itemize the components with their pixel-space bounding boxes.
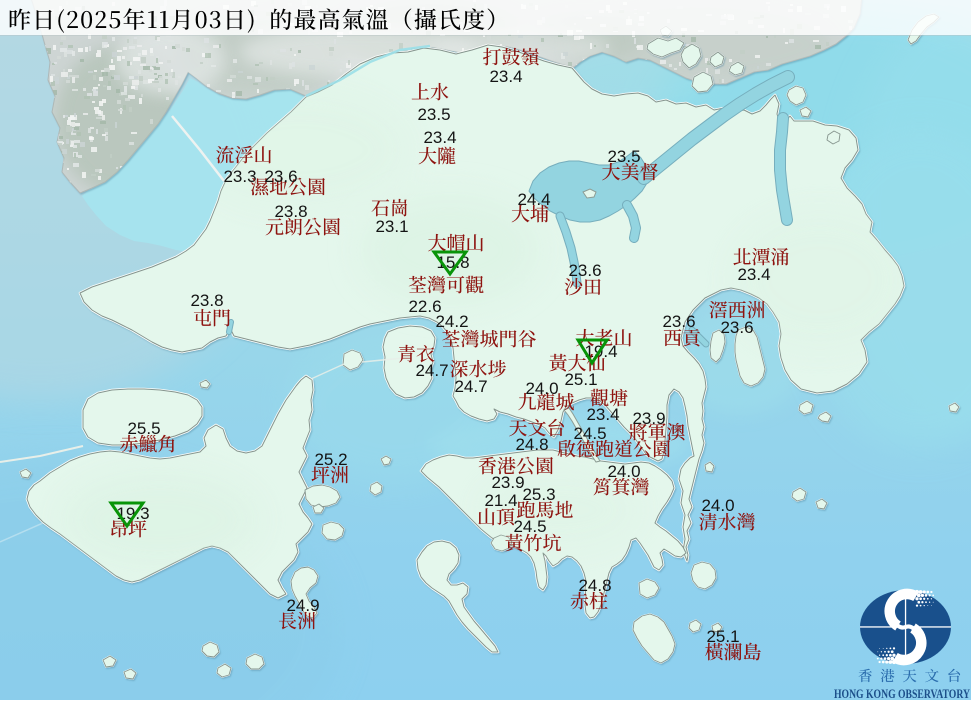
svg-text:24.7: 24.7 (415, 361, 448, 380)
svg-text:24.7: 24.7 (454, 377, 487, 396)
svg-text:24.8: 24.8 (578, 576, 611, 595)
svg-text:24.2: 24.2 (435, 312, 468, 331)
svg-text:24.0: 24.0 (701, 496, 734, 515)
svg-text:23.1: 23.1 (375, 217, 408, 236)
svg-text:23.6: 23.6 (264, 167, 297, 186)
svg-text:25.3: 25.3 (522, 485, 555, 504)
svg-text:23.9: 23.9 (491, 473, 524, 492)
svg-text:24.0: 24.0 (525, 379, 558, 398)
svg-text:23.4: 23.4 (423, 128, 456, 147)
svg-text:25.1: 25.1 (706, 627, 739, 646)
svg-text:21.4: 21.4 (484, 491, 517, 510)
svg-text:24.9: 24.9 (286, 596, 319, 615)
svg-text:24.5: 24.5 (573, 424, 606, 443)
svg-text:23.8: 23.8 (190, 291, 223, 310)
svg-text:23.4: 23.4 (737, 265, 770, 284)
svg-text:25.2: 25.2 (314, 450, 347, 469)
svg-text:23.9: 23.9 (632, 409, 665, 428)
svg-text:23.5: 23.5 (607, 147, 640, 166)
svg-text:23.6: 23.6 (662, 312, 695, 331)
svg-text:25.1: 25.1 (564, 370, 597, 389)
svg-text:24.5: 24.5 (513, 517, 546, 536)
svg-text:24.0: 24.0 (607, 462, 640, 481)
svg-text:HONG KONG OBSERVATORY: HONG KONG OBSERVATORY (834, 686, 970, 700)
svg-text:24.8: 24.8 (515, 435, 548, 454)
svg-text:24.4: 24.4 (517, 190, 550, 209)
svg-text:23.4: 23.4 (489, 67, 522, 86)
svg-text:23.4: 23.4 (586, 405, 619, 424)
svg-text:23.8: 23.8 (274, 202, 307, 221)
svg-text:23.5: 23.5 (417, 105, 450, 124)
svg-text:23.6: 23.6 (720, 318, 753, 337)
svg-text:25.5: 25.5 (127, 419, 160, 438)
svg-text:23.6: 23.6 (568, 261, 601, 280)
